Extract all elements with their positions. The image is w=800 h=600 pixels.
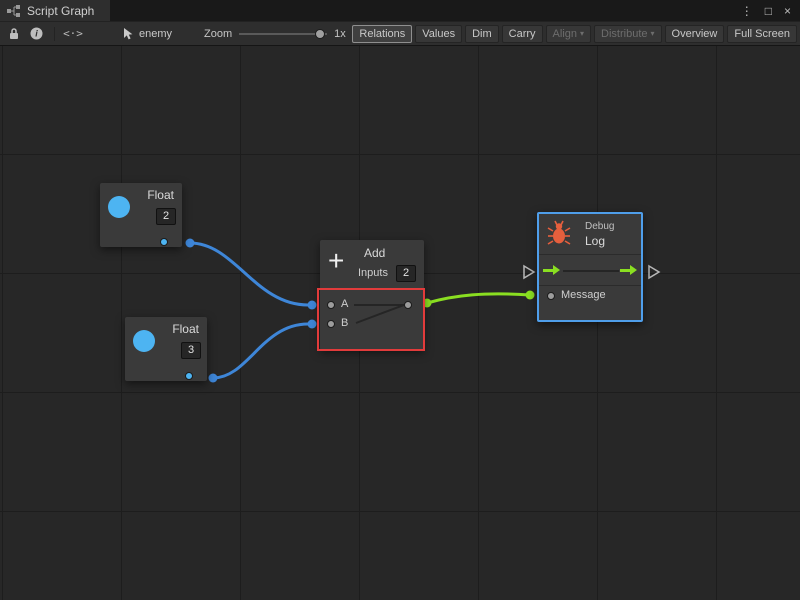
float-type-icon <box>133 330 155 352</box>
script-graph-icon <box>7 5 21 17</box>
selection-rectangle <box>317 288 425 351</box>
float-node-1[interactable]: Float 2 <box>100 183 182 247</box>
toolbar: i <·> enemy Zoom 1x Relations Values Dim… <box>0 21 800 46</box>
relations-button[interactable]: Relations <box>352 25 412 43</box>
zoom-control: Zoom 1x <box>204 28 346 40</box>
tab-script-graph[interactable]: Script Graph <box>0 0 110 21</box>
wire-float1-to-add-a[interactable] <box>190 243 308 305</box>
lock-icon <box>8 27 20 40</box>
zoom-value: 1x <box>334 28 346 40</box>
distribute-dropdown[interactable]: Distribute ▾ <box>594 25 661 43</box>
float-type-icon <box>108 196 130 218</box>
zoom-slider[interactable] <box>239 28 327 40</box>
code-icon: <·> <box>63 27 83 40</box>
graph-reference[interactable]: enemy <box>122 27 172 41</box>
node-title: Float <box>147 188 174 202</box>
control-input-arrow-icon[interactable] <box>543 269 553 272</box>
values-button[interactable]: Values <box>415 25 462 43</box>
debug-log-node[interactable]: Debug Log Message <box>537 212 643 322</box>
message-input-port[interactable] <box>547 292 555 300</box>
node-category: Debug <box>585 221 614 232</box>
debug-node-flow-row <box>539 255 641 286</box>
code-view-button[interactable]: <·> <box>62 24 84 43</box>
graph-name-label: enemy <box>139 28 172 40</box>
wire-endpoint-dot[interactable] <box>526 291 535 300</box>
float-value-field[interactable]: 3 <box>181 342 201 359</box>
node-title: Add <box>364 246 385 260</box>
wire-endpoint-dot[interactable] <box>209 374 218 383</box>
bug-icon <box>547 220 571 246</box>
float-output-port[interactable] <box>160 238 168 246</box>
inputs-label: Inputs <box>358 267 388 279</box>
node-title: Log <box>585 234 605 248</box>
lock-button[interactable] <box>3 24 25 43</box>
overview-button[interactable]: Overview <box>665 25 725 43</box>
node-title: Float <box>172 322 199 336</box>
carry-button[interactable]: Carry <box>502 25 543 43</box>
add-node-header: + Add Inputs 2 <box>320 240 424 290</box>
dim-button[interactable]: Dim <box>465 25 499 43</box>
cursor-icon <box>122 27 134 41</box>
titlebar: Script Graph ⋮ □ × <box>0 0 800 21</box>
wire-endpoint-dot[interactable] <box>308 320 317 329</box>
separator <box>54 27 55 41</box>
debug-node-message-row: Message <box>539 286 641 320</box>
script-graph-window: Script Graph ⋮ □ × i <·> <box>0 0 800 600</box>
window-controls: ⋮ □ × <box>741 0 800 21</box>
debug-node-header: Debug Log <box>539 214 641 255</box>
relation-line <box>563 270 619 272</box>
control-input-port-triangle[interactable] <box>524 266 534 278</box>
full-screen-button[interactable]: Full Screen <box>727 25 797 43</box>
wire-endpoint-dot[interactable] <box>308 301 317 310</box>
message-label: Message <box>561 289 606 301</box>
float-value-field[interactable]: 2 <box>156 208 176 225</box>
zoom-slider-handle[interactable] <box>315 29 325 39</box>
float-output-port[interactable] <box>185 372 193 380</box>
menu-icon[interactable]: ⋮ <box>741 5 753 17</box>
float-node-2[interactable]: Float 3 <box>125 317 207 381</box>
chevron-down-icon: ▾ <box>651 30 655 38</box>
control-output-port-triangle[interactable] <box>649 266 659 278</box>
tab-title: Script Graph <box>27 4 94 18</box>
info-icon: i <box>30 27 43 40</box>
maximize-icon[interactable]: □ <box>765 5 772 17</box>
align-label: Align <box>553 28 577 40</box>
wire-endpoint-dot[interactable] <box>186 239 195 248</box>
align-dropdown[interactable]: Align ▾ <box>546 25 591 43</box>
graph-canvas[interactable]: Float 2 Float 3 + Add Inputs 2 A <box>0 46 800 600</box>
distribute-label: Distribute <box>601 28 647 40</box>
toolbar-buttons: Relations Values Dim Carry Align ▾ Distr… <box>349 25 797 43</box>
info-button[interactable]: i <box>25 24 47 43</box>
close-icon[interactable]: × <box>784 5 791 17</box>
plus-icon: + <box>328 246 344 276</box>
control-output-arrow-icon[interactable] <box>620 269 630 272</box>
zoom-label: Zoom <box>204 28 232 40</box>
zoom-slider-track <box>239 33 327 35</box>
wire-add-to-debug-message[interactable] <box>427 294 530 303</box>
wire-float2-to-add-b[interactable] <box>213 324 308 378</box>
chevron-down-icon: ▾ <box>580 30 584 38</box>
inputs-count-field[interactable]: 2 <box>396 265 416 282</box>
